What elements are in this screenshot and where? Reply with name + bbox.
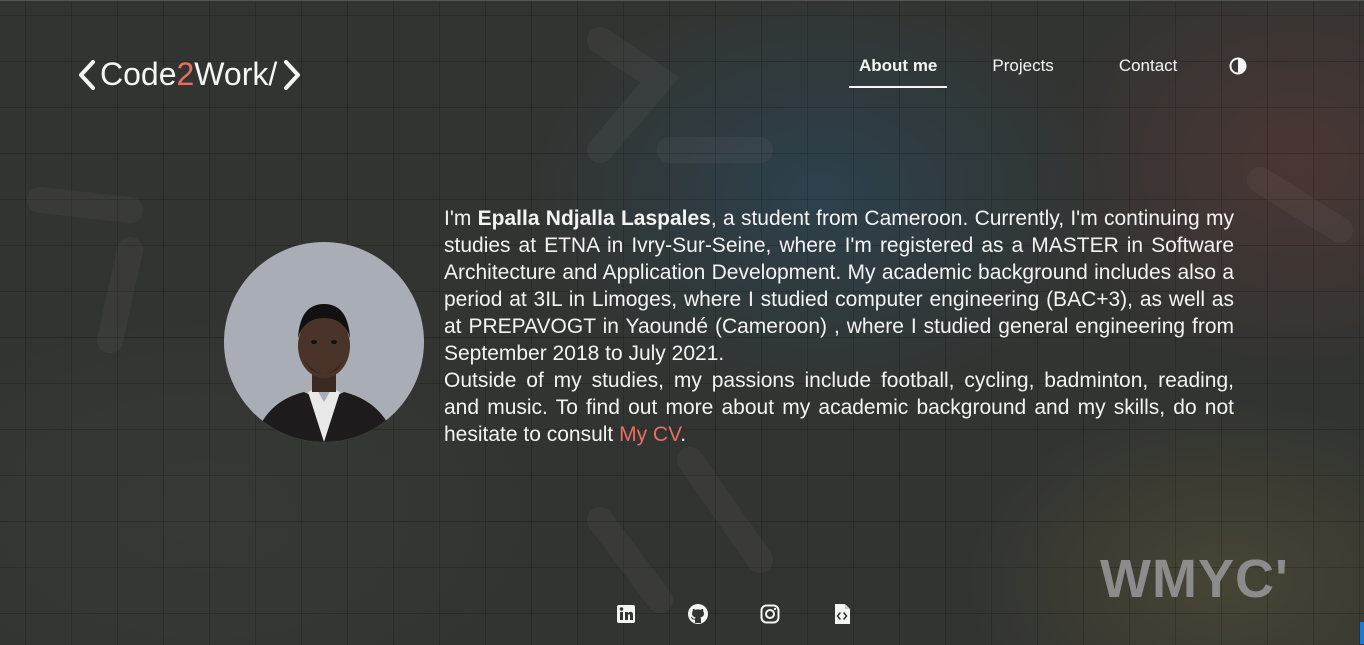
nav-item-projects[interactable]: Projects — [982, 54, 1063, 88]
logo-text-accent: 2 — [176, 56, 195, 92]
cv-file-icon[interactable] — [831, 603, 853, 625]
github-icon[interactable] — [687, 603, 709, 625]
bio-paragraph-1: I'm Epalla Ndjalla Laspales, a student f… — [444, 205, 1234, 367]
bio-text-2: Outside of my studies, my passions inclu… — [444, 369, 1234, 446]
bio-intro: I'm — [444, 207, 478, 230]
chevron-left-icon — [76, 58, 98, 92]
bio-text-2-end: . — [680, 423, 687, 446]
nav-item-contact[interactable]: Contact — [1109, 54, 1188, 88]
site-logo[interactable]: Code2Work/ — [76, 56, 303, 93]
linkedin-icon[interactable] — [615, 603, 637, 625]
main-nav: About me Projects Contact — [849, 54, 1247, 88]
contrast-icon[interactable] — [1229, 57, 1247, 75]
scrollbar-indicator[interactable] — [1360, 622, 1364, 644]
bio-text-1: , a student from Cameroon. Currently, I'… — [444, 207, 1235, 365]
avatar — [224, 242, 424, 442]
cv-link[interactable]: My CV — [619, 423, 680, 446]
bio-paragraph-2: Outside of my studies, my passions inclu… — [444, 367, 1234, 448]
bio-name: Epalla Ndjalla Laspales — [477, 207, 711, 230]
top-border — [0, 0, 1364, 1]
watermark: WMYC' — [1100, 549, 1289, 609]
logo-text-work: Work/ — [194, 56, 278, 92]
nav-item-about-me[interactable]: About me — [849, 54, 948, 88]
chevron-right-icon — [281, 58, 303, 92]
logo-text: Code2Work/ — [100, 56, 277, 93]
instagram-icon[interactable] — [759, 603, 781, 625]
logo-text-code: Code — [100, 56, 177, 92]
bio: I'm Epalla Ndjalla Laspales, a student f… — [444, 205, 1234, 448]
social-links — [615, 603, 853, 625]
